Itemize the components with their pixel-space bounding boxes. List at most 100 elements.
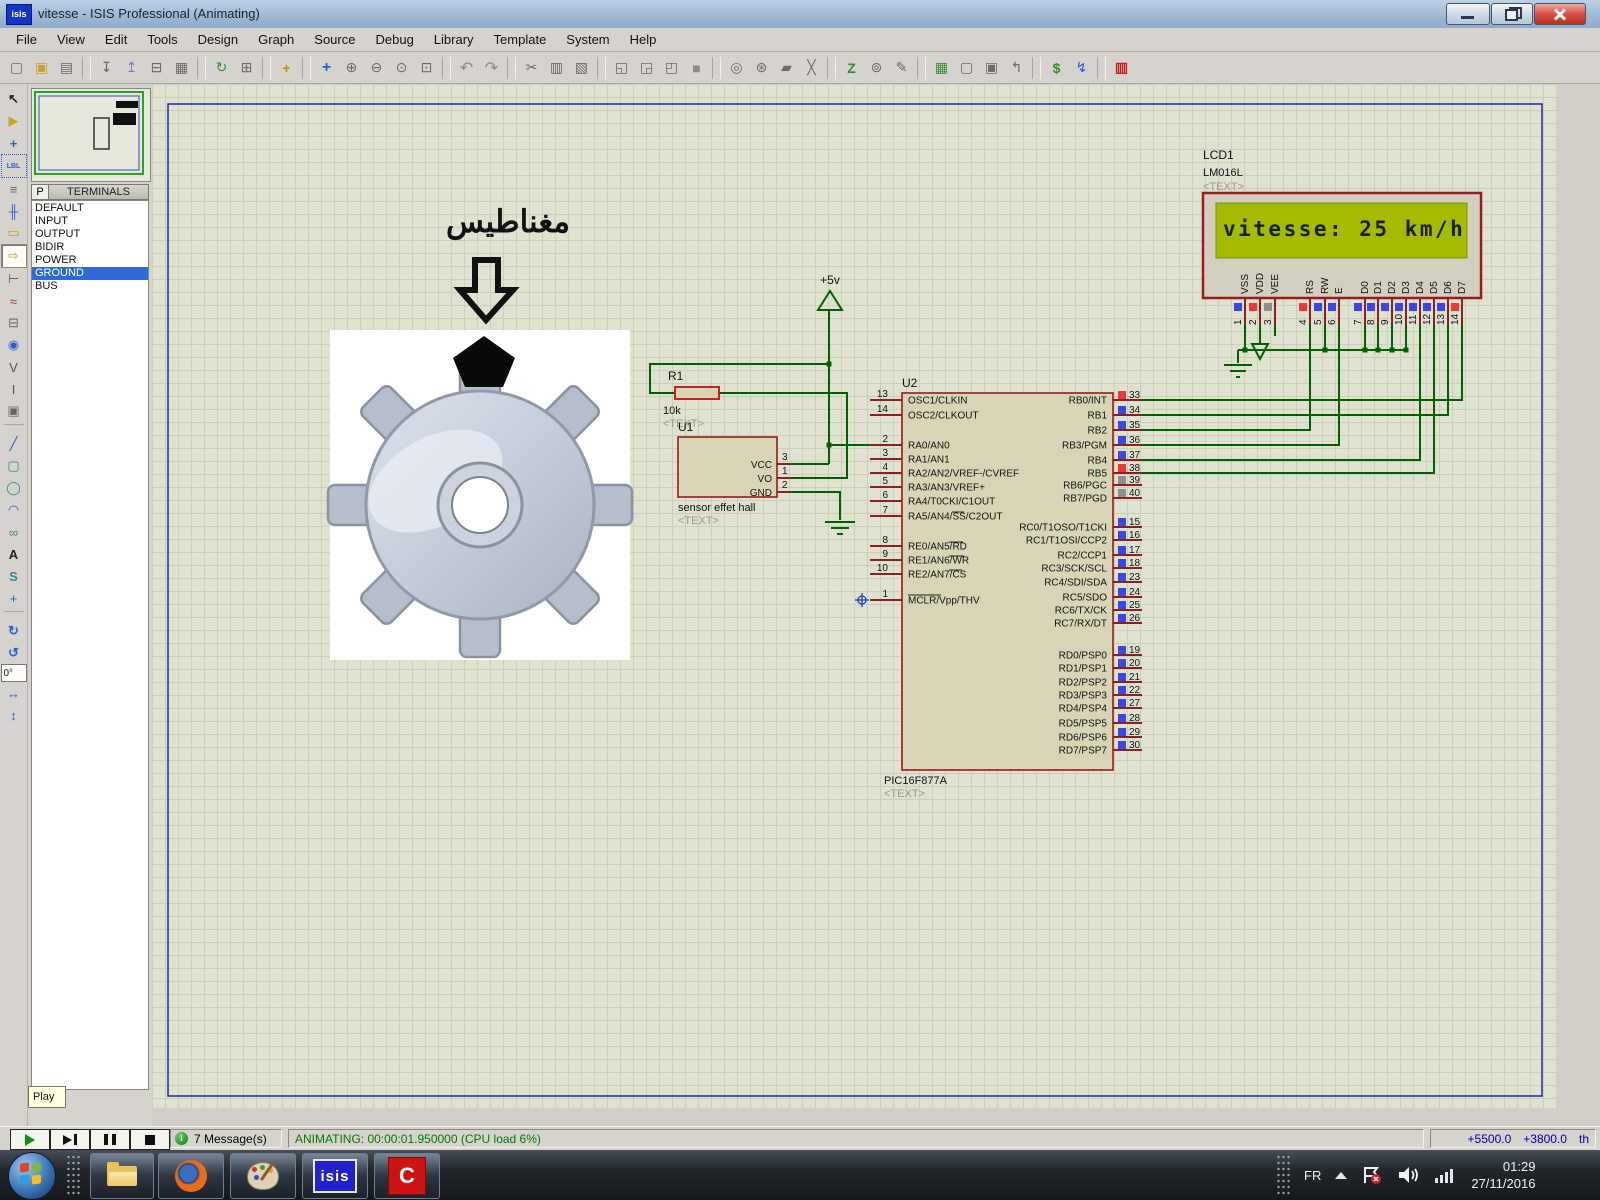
action-center-flag-icon[interactable] [1361, 1165, 1383, 1185]
circle-2d-icon[interactable]: ◯ [2, 477, 26, 499]
menu-item[interactable]: Tools [137, 30, 187, 49]
step-button[interactable] [50, 1129, 90, 1150]
pause-button[interactable] [90, 1129, 130, 1150]
sep[interactable] [4, 424, 24, 431]
packaging-tool-icon[interactable]: ▰ [774, 56, 799, 80]
language-indicator[interactable]: FR [1304, 1168, 1321, 1183]
minimize-button[interactable] [1446, 3, 1490, 25]
terminal-list-item[interactable]: POWER [32, 254, 148, 267]
voltage-probe-icon[interactable]: V [2, 356, 26, 378]
microcontroller-u2[interactable]: U2 PIC16F877A <TEXT> 13 OSC1/CLKIN 14 OS… [855, 376, 1142, 800]
taskbar-isis-button[interactable]: isis [302, 1153, 368, 1199]
block-delete-icon[interactable]: ■ [684, 56, 709, 80]
undo-icon[interactable]: ↶ [454, 56, 479, 80]
selection-mode-icon[interactable]: ↖ [2, 88, 26, 110]
device-pin-icon[interactable]: ⊢ [2, 268, 26, 290]
bill-of-materials-icon[interactable]: $ [1044, 56, 1069, 80]
restore-button[interactable] [1491, 3, 1533, 25]
menu-item[interactable]: System [556, 30, 619, 49]
import-section-icon[interactable]: ↧ [94, 56, 119, 80]
title-bar[interactable]: isis vitesse - ISIS Professional (Animat… [0, 0, 1600, 29]
sep[interactable] [1097, 57, 1106, 79]
text-script-icon[interactable]: ≡ [2, 178, 26, 200]
sensor-u1[interactable]: U1 VCC VO GND 3 1 2 sensor effet hall <T… [678, 420, 792, 527]
wire-autorouter-icon[interactable]: Z [839, 56, 864, 80]
menu-item[interactable]: Help [620, 30, 667, 49]
property-assignment-icon[interactable]: ✎ [889, 56, 914, 80]
lcd-display-lcd1[interactable]: LCD1 LM016L <TEXT> vitesse: 25 km/h 1 VS… [1203, 148, 1481, 325]
netlist-to-ares-icon[interactable]: ▥ [1109, 56, 1134, 80]
design-explorer-icon[interactable]: ▦ [929, 56, 954, 80]
power-terminal-lcd[interactable] [1252, 344, 1268, 359]
menu-item[interactable]: Graph [248, 30, 304, 49]
origin-icon[interactable]: + [274, 56, 299, 80]
flip-vertical-icon[interactable]: ↕ [2, 704, 26, 726]
sep[interactable] [917, 57, 926, 79]
menu-item[interactable]: Library [424, 30, 484, 49]
taskbar-mikroc-button[interactable]: C [374, 1153, 440, 1199]
rotation-angle-field[interactable]: 0° [1, 664, 27, 682]
graph-mode-icon[interactable]: ≈ [2, 290, 26, 312]
pan-icon[interactable]: + [314, 56, 339, 80]
subcircuit-icon[interactable]: ▭ [2, 222, 26, 244]
sep[interactable] [712, 57, 721, 79]
new-sheet-icon[interactable]: ▢ [954, 56, 979, 80]
component-mode-icon[interactable]: ▶ [2, 110, 26, 132]
generator-mode-icon[interactable]: ◉ [2, 334, 26, 356]
zoom-out-icon[interactable]: ⊖ [364, 56, 389, 80]
sep[interactable] [507, 57, 516, 79]
flip-horizontal-icon[interactable]: ↔ [2, 682, 26, 704]
terminal-list-item[interactable]: DEFAULT [32, 202, 148, 215]
pick-device-button[interactable]: P [31, 184, 49, 200]
terminal-list-item[interactable]: INPUT [32, 215, 148, 228]
schematic-overview[interactable] [31, 88, 151, 182]
clock[interactable]: 01:29 27/11/2016 [1471, 1158, 1535, 1192]
menu-item[interactable]: Debug [365, 30, 423, 49]
gear-image[interactable] [328, 330, 632, 660]
virtual-instruments-icon[interactable]: ▣ [2, 400, 26, 422]
sep[interactable] [827, 57, 836, 79]
text-2d-icon[interactable]: A [2, 543, 26, 565]
wire[interactable] [1142, 325, 1462, 473]
junction-dot-icon[interactable]: + [2, 132, 26, 154]
menu-item[interactable]: Edit [95, 30, 137, 49]
copy-icon[interactable]: ▥ [544, 56, 569, 80]
tape-recorder-icon[interactable]: ⊟ [2, 312, 26, 334]
sep[interactable] [1032, 57, 1041, 79]
sep[interactable] [442, 57, 451, 79]
make-device-icon[interactable]: ⊛ [749, 56, 774, 80]
sep[interactable] [302, 57, 311, 79]
new-design-icon[interactable]: ▢ [4, 56, 29, 80]
pick-parts-icon[interactable]: ◎ [724, 56, 749, 80]
schematic-canvas[interactable]: مغناطيس [152, 84, 1556, 1108]
paste-icon[interactable]: ▧ [569, 56, 594, 80]
terminal-list-item[interactable]: BIDIR [32, 241, 148, 254]
zoom-all-icon[interactable]: ⊙ [389, 56, 414, 80]
sep[interactable] [82, 57, 91, 79]
ground-symbol-lcd[interactable] [1224, 365, 1252, 377]
message-counter[interactable]: i 7 Message(s) [170, 1129, 282, 1148]
box-2d-icon[interactable]: ▢ [2, 455, 26, 477]
network-icon[interactable] [1435, 1167, 1453, 1183]
redo-icon[interactable]: ↷ [479, 56, 504, 80]
taskbar-firefox-button[interactable] [158, 1153, 224, 1199]
refresh-display-icon[interactable]: ↻ [209, 56, 234, 80]
terminal-list-item[interactable]: GROUND [32, 267, 148, 280]
sep[interactable] [262, 57, 271, 79]
taskbar-paint-button[interactable] [230, 1153, 296, 1199]
electrical-rule-check-icon[interactable]: ↯ [1069, 56, 1094, 80]
menu-item[interactable]: File [6, 30, 47, 49]
path-2d-icon[interactable]: ∞ [2, 521, 26, 543]
close-button[interactable] [1534, 3, 1586, 25]
terminal-list-item[interactable]: BUS [32, 280, 148, 293]
stop-button[interactable] [130, 1129, 170, 1150]
remove-sheet-icon[interactable]: ▣ [979, 56, 1004, 80]
sep[interactable] [597, 57, 606, 79]
decompose-icon[interactable]: ╳ [799, 56, 824, 80]
toggle-grid-icon[interactable]: ⊞ [234, 56, 259, 80]
rotate-ccw-icon[interactable]: ↺ [2, 642, 26, 664]
play-button[interactable] [10, 1129, 50, 1150]
menu-item[interactable]: View [47, 30, 95, 49]
taskbar-explorer-button[interactable] [90, 1153, 154, 1199]
arc-2d-icon[interactable]: ◠ [2, 499, 26, 521]
